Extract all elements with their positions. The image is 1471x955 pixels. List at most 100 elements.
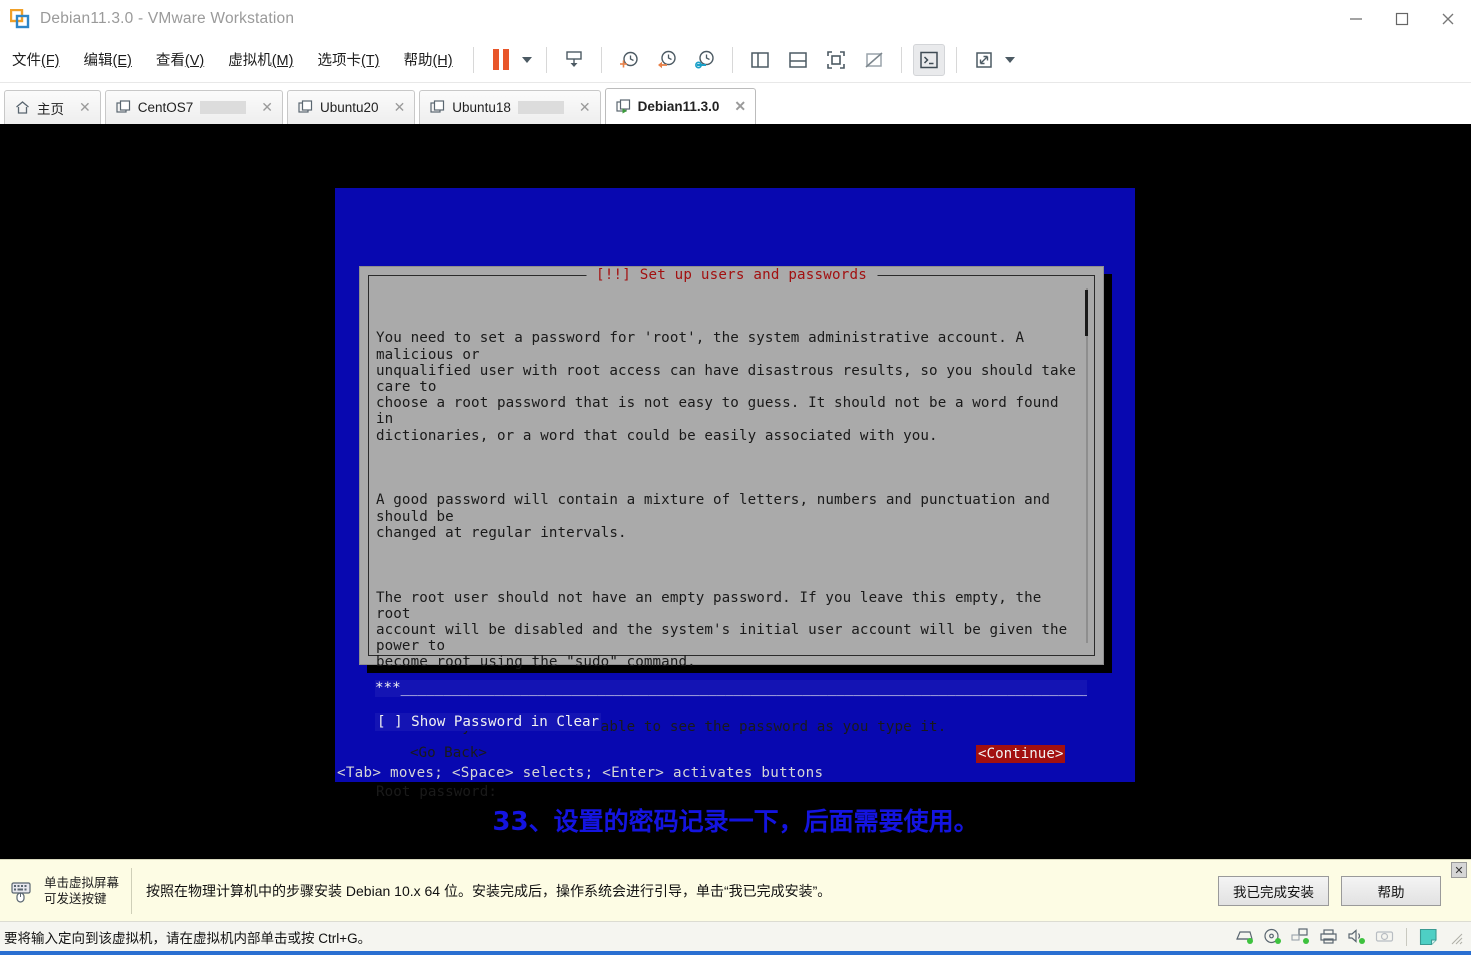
tutorial-caption: 33、设置的密码记录一下，后面需要使用。 <box>0 802 1471 838</box>
menu-file-label: 文件 <box>12 53 41 69</box>
tab-ubuntu18[interactable]: Ubuntu18 ✕ <box>419 90 601 124</box>
revert-snapshot-button[interactable] <box>651 44 683 76</box>
show-password-checkbox[interactable]: [ ] Show Password in Clear <box>375 713 602 731</box>
power-dropdown-button[interactable] <box>521 56 532 63</box>
menu-edit[interactable]: 编辑(E) <box>72 45 144 74</box>
sound-card-icon[interactable] <box>1347 928 1366 945</box>
menu-vm[interactable]: 虚拟机(M) <box>216 45 305 74</box>
menu-view-label: 查看 <box>155 53 185 69</box>
status-separator <box>1406 927 1407 946</box>
hide-console-view-button[interactable] <box>858 44 890 76</box>
minimize-button[interactable] <box>1333 0 1379 37</box>
clock-back-icon <box>657 50 676 68</box>
fullscreen-frame-icon <box>826 50 845 69</box>
show-thumbnail-bar-button[interactable] <box>782 44 814 76</box>
installation-complete-button[interactable]: 我已完成安装 <box>1218 875 1329 906</box>
dialog-paragraph: A good password will contain a mixture o… <box>376 492 1051 541</box>
menu-tabs-accel: (T) <box>360 53 380 69</box>
taskbar-accent-line <box>0 951 1471 955</box>
tab-progress-bar <box>200 101 247 114</box>
tab-bar: 主页 ✕ CentOS7 ✕ Ubuntu20 ✕ Ubuntu18 ✕ Deb… <box>0 83 1471 124</box>
suspend-button[interactable] <box>485 44 517 76</box>
tab-close-icon[interactable]: ✕ <box>726 98 746 115</box>
keyboard-mouse-icon <box>10 878 36 904</box>
go-back-button[interactable]: <Go Back> <box>410 745 487 761</box>
show-library-button[interactable] <box>744 44 776 76</box>
tab-ubuntu20[interactable]: Ubuntu20 ✕ <box>287 90 416 124</box>
tab-debian11[interactable]: Debian11.3.0 ✕ <box>604 88 757 124</box>
notes-icon[interactable] <box>1419 928 1438 946</box>
tab-close-icon[interactable]: ✕ <box>571 99 591 116</box>
title-bar: Debian11.3.0 - VMware Workstation <box>0 0 1471 37</box>
menu-edit-label: 编辑 <box>83 53 113 69</box>
network-adapter-icon[interactable] <box>1291 928 1310 945</box>
toolbar-separator <box>545 46 547 73</box>
fullscreen-dropdown-button[interactable] <box>1004 56 1015 63</box>
menu-bar: 文件(F) 编辑(E) 查看(V) 虚拟机(M) 选项卡(T) 帮助(H) <box>0 37 1471 83</box>
frame-off-icon <box>865 51 883 68</box>
notification-bar: 单击虚拟屏幕 可发送按键 按照在物理计算机中的步骤安装 Debian 10.x … <box>0 859 1471 921</box>
dialog-scrollbar-thumb[interactable] <box>1085 290 1088 336</box>
hard-disk-icon[interactable] <box>1235 928 1254 945</box>
dialog-paragraph: The root user should not have an empty p… <box>376 589 1068 671</box>
tab-close-icon[interactable]: ✕ <box>386 99 406 116</box>
panel-bottom-icon <box>788 51 807 68</box>
keyboard-hint-line2: 可发送按键 <box>44 891 107 906</box>
dialog-frame: [!!] Set up users and passwords You need… <box>368 267 1095 800</box>
toolbar-separator <box>900 46 902 73</box>
menu-vm-accel: (M) <box>271 53 294 69</box>
toolbar-separator <box>731 46 733 73</box>
help-button[interactable]: 帮助 <box>1341 875 1441 906</box>
keyboard-hint: 单击虚拟屏幕 可发送按键 <box>0 875 119 907</box>
unity-mode-button[interactable] <box>912 43 945 76</box>
root-password-input[interactable]: ***_____________________________________… <box>375 680 1087 697</box>
menu-tabs[interactable]: 选项卡(T) <box>305 45 391 74</box>
tab-home[interactable]: 主页 ✕ <box>4 90 101 124</box>
printer-icon[interactable] <box>1319 928 1338 945</box>
keyboard-hint-line1: 单击虚拟屏幕 <box>44 875 120 890</box>
tab-ubuntu18-label: Ubuntu18 <box>452 100 511 115</box>
menu-file[interactable]: 文件(F) <box>0 45 72 74</box>
vm-icon <box>116 100 131 115</box>
dialog-paragraph: You need to set a password for 'root', t… <box>376 330 1076 444</box>
notification-close-button[interactable]: ✕ <box>1451 862 1467 878</box>
snapshot-save-icon <box>565 50 582 67</box>
menu-help-label: 帮助 <box>403 53 433 69</box>
tab-close-icon[interactable]: ✕ <box>71 99 91 116</box>
menu-help-accel: (H) <box>432 53 453 69</box>
notification-divider <box>131 867 133 914</box>
enter-fullscreen-button[interactable] <box>968 44 1000 76</box>
tab-close-icon[interactable]: ✕ <box>253 99 273 116</box>
send-ctrl-alt-del-button[interactable] <box>558 44 590 76</box>
take-snapshot-button[interactable] <box>613 44 645 76</box>
menu-view[interactable]: 查看(V) <box>144 45 216 74</box>
caption-number: 33 <box>492 807 529 837</box>
camera-icon[interactable] <box>1375 928 1394 945</box>
vm-running-icon <box>615 99 631 114</box>
show-console-view-button[interactable] <box>820 44 852 76</box>
maximize-button[interactable] <box>1379 0 1425 37</box>
status-bar: 要将输入定向到该虚拟机，请在虚拟机内部单击或按 Ctrl+G。 <box>0 921 1471 951</box>
clock-plus-icon <box>619 51 638 67</box>
vmware-logo-icon <box>9 8 30 29</box>
cd-dvd-icon[interactable] <box>1263 928 1282 945</box>
pause-icon <box>492 49 509 70</box>
dialog-scrollbar[interactable] <box>1086 288 1088 643</box>
clock-wrench-icon <box>694 50 714 68</box>
continue-button[interactable]: <Continue> <box>976 745 1066 763</box>
menu-file-accel: (F) <box>41 53 60 69</box>
snapshot-manager-button[interactable] <box>689 44 721 76</box>
vm-icon <box>298 100 313 115</box>
menu-vm-label: 虚拟机 <box>228 53 272 69</box>
menu-help[interactable]: 帮助(H) <box>391 45 464 74</box>
close-button[interactable] <box>1425 0 1471 37</box>
tab-centos7-label: CentOS7 <box>137 100 194 115</box>
tab-centos7[interactable]: CentOS7 ✕ <box>104 90 283 124</box>
vm-console-area[interactable]: <Tab> moves; <Space> selects; <Enter> ac… <box>0 124 1471 859</box>
terminal-icon <box>919 51 938 68</box>
resize-grip-icon[interactable] <box>1447 929 1463 945</box>
toolbar-separator <box>472 46 474 73</box>
toolbar-separator <box>600 46 602 73</box>
caption-text: 、设置的密码记录一下，后面需要使用。 <box>528 807 979 836</box>
tab-progress-bar <box>517 101 564 114</box>
